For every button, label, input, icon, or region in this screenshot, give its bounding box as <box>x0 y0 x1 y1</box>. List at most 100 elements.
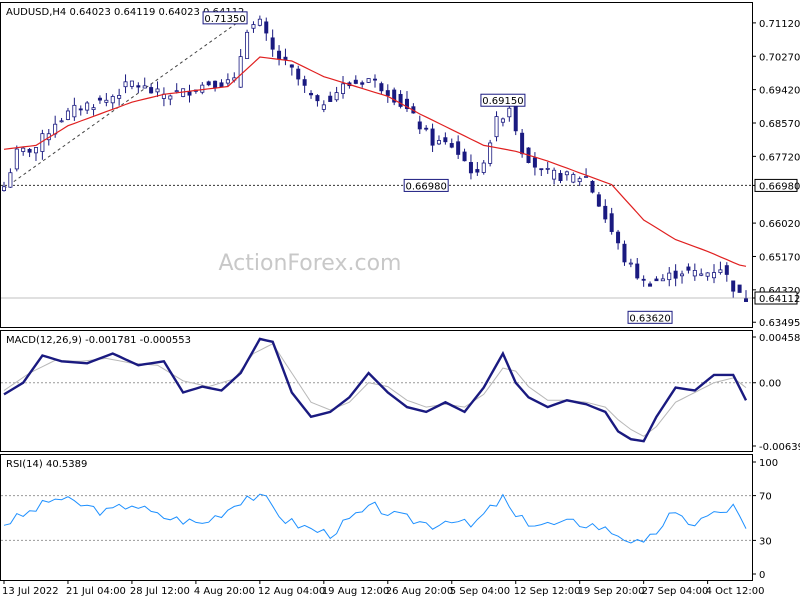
price-y-tick-label: 0.68570 <box>759 119 800 130</box>
macd-y-tick-label: 0.00 <box>759 379 781 390</box>
candle-body <box>655 279 658 281</box>
price-y-tick-label: 0.66020 <box>759 219 800 230</box>
rsi-y-ticks: 10070300 <box>752 458 778 581</box>
price-y-tick-label: 0.65170 <box>759 252 800 263</box>
candle-body <box>469 162 472 172</box>
price-annotation: 0.71350 <box>203 12 247 25</box>
candle-body <box>380 84 383 91</box>
candle-body <box>111 96 114 102</box>
candle-body <box>66 111 69 120</box>
candle-body <box>118 95 121 98</box>
candle-body <box>386 91 389 96</box>
candle-body <box>616 232 619 243</box>
candle-body <box>150 88 153 93</box>
candle-body <box>303 80 306 86</box>
price-y-tick-label: 0.67720 <box>759 152 800 163</box>
candle-body <box>105 100 108 102</box>
candle-body <box>361 83 364 85</box>
candle-body <box>335 93 338 100</box>
candle-body <box>258 19 261 25</box>
candle-body <box>175 91 178 92</box>
chart-canvas: AUDUSD,H4 0.64023 0.64119 0.64023 0.6411… <box>0 0 800 600</box>
candle-body <box>521 133 524 154</box>
candle-body <box>201 85 204 92</box>
macd-panel-frame <box>1 331 753 452</box>
candle <box>245 30 248 59</box>
candle-body <box>373 79 376 80</box>
price-annotation: 0.66980 <box>404 179 448 192</box>
candle <box>738 285 741 293</box>
annotation-label: 0.63620 <box>629 313 670 324</box>
candle-body <box>322 105 325 110</box>
rsi-y-tick-label: 30 <box>759 536 772 547</box>
rsi-panel-frame <box>1 455 753 581</box>
candle-body <box>719 270 722 273</box>
candle-body <box>79 109 82 110</box>
rsi-panel: RSI(14) 40.5389 10070300 <box>1 455 779 582</box>
candle-body <box>22 148 25 151</box>
price-y-ticks: 0.711200.702700.694200.685700.677200.669… <box>752 19 800 329</box>
candle-body <box>559 173 562 180</box>
candle-body <box>297 69 300 79</box>
x-tick-label: 4 Aug 20:00 <box>194 586 255 597</box>
candle-body <box>591 181 594 192</box>
candle-body <box>220 83 223 87</box>
candle-body <box>431 129 434 145</box>
candle-body <box>584 176 587 177</box>
candle-body <box>514 105 517 131</box>
candle-body <box>540 169 543 170</box>
x-tick-label: 28 Jul 12:00 <box>130 586 190 597</box>
macd-y-tick-label: -0.006397 <box>759 442 800 453</box>
candle-body <box>2 187 5 191</box>
candle-body <box>265 22 268 33</box>
candle-body <box>732 281 735 291</box>
x-tick-label: 4 Oct 12:00 <box>706 586 765 597</box>
candle-body <box>354 80 357 83</box>
rsi-panel-title: RSI(14) 40.5389 <box>6 459 87 470</box>
annotation-label: 0.71350 <box>204 14 245 25</box>
candle-body <box>668 273 671 280</box>
candle-body <box>15 149 18 169</box>
candle-body <box>597 195 600 206</box>
candle-body <box>124 82 127 87</box>
candle-body <box>137 86 140 87</box>
macd-y-ticks: 0.004583 0.00 -0.006397 <box>752 333 800 453</box>
price-y-tick-label: 0.71120 <box>759 19 800 30</box>
candle-body <box>73 105 76 116</box>
price-y-tick-label: 0.70270 <box>759 52 800 63</box>
x-axis: 13 Jul 202221 Jul 04:0028 Jul 12:004 Aug… <box>2 580 764 597</box>
candle-body <box>533 158 536 167</box>
price-y-tick-label: 0.69420 <box>759 86 800 97</box>
candle-body <box>642 279 645 280</box>
candle-body <box>143 86 146 88</box>
candle-body <box>86 103 89 110</box>
candle-body <box>98 98 101 100</box>
candle-body <box>636 264 639 278</box>
candle-body <box>252 25 255 29</box>
candle-body <box>501 119 504 122</box>
candle-body <box>34 147 37 152</box>
candle-body <box>290 65 293 67</box>
candle-body <box>156 89 159 92</box>
macd-panel-title: MACD(12,26,9) -0.001781 -0.000553 <box>6 335 191 346</box>
rsi-y-tick-label: 70 <box>759 492 772 503</box>
candle-body <box>546 168 549 169</box>
candle-body <box>712 273 715 278</box>
candle-body <box>623 244 626 262</box>
candle-body <box>437 140 440 143</box>
candle <box>182 88 185 97</box>
candle <box>15 146 18 172</box>
x-tick-label: 26 Aug 20:00 <box>386 586 453 597</box>
candle-body <box>418 122 421 129</box>
candle-body <box>9 173 12 187</box>
candle-body <box>92 108 95 110</box>
macd-y-tick-label: 0.004583 <box>759 333 800 344</box>
candle-body <box>245 32 248 58</box>
candle-body <box>277 51 280 58</box>
x-tick-label: 19 Aug 12:00 <box>322 586 389 597</box>
candle-body <box>463 152 466 161</box>
candle-body <box>725 266 728 275</box>
candle <box>591 180 594 193</box>
candle-body <box>674 271 677 278</box>
candle-body <box>565 172 568 175</box>
